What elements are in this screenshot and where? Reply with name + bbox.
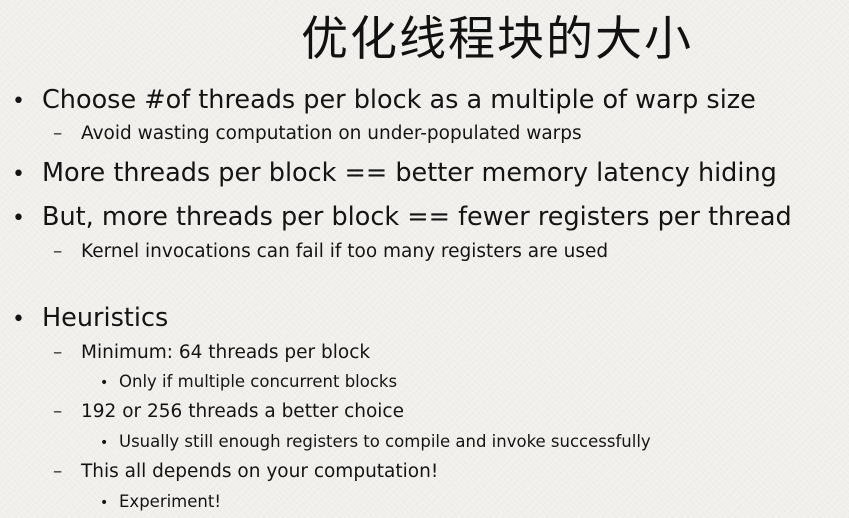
sub-sub-bullet-text: Experiment! (119, 492, 221, 511)
bullet-text: Choose #of threads per block as a multip… (42, 85, 756, 115)
bullet-item: • More threads per block == better memory… (12, 157, 777, 191)
sub-bullet-item: –192 or 256 threads a better choice (53, 400, 404, 424)
sub-bullet-text: 192 or 256 threads a better choice (81, 401, 404, 422)
sub-bullet-item: – Kernel invocations can fail if too many… (53, 240, 608, 264)
sub-sub-bullet-item: • Experiment! (100, 491, 221, 514)
sub-sub-bullet-text: Usually still enough registers to compil… (119, 432, 651, 451)
bullet-marker: • (12, 307, 25, 332)
bullet-marker: • (12, 206, 25, 231)
dot-marker: • (100, 495, 109, 511)
dash-marker: – (53, 241, 63, 262)
dash-marker: – (53, 401, 63, 422)
sub-bullet-item: – Minimum: 64 threads per block (53, 341, 370, 365)
slide-title: 优化线程块的大小 (301, 12, 693, 67)
bullet-text: More threads per block == better memory … (42, 158, 777, 188)
dot-marker: • (100, 375, 109, 391)
sub-sub-bullet-item: • Usually still enough registers to compi… (100, 431, 651, 454)
bullet-item: • Heuristics (12, 302, 168, 336)
dash-marker: – (53, 123, 63, 144)
sub-sub-bullet-text: Only if multiple concurrent blocks (119, 372, 398, 391)
sub-bullet-text: Minimum: 64 threads per block (81, 342, 371, 363)
sub-bullet-text: This all depends on your computation! (81, 461, 439, 482)
sub-bullet-item: – Avoid wasting computation on under-popu… (53, 122, 582, 146)
slide: 优化线程块的大小 • Choose #of threads per block a… (0, 0, 849, 518)
dot-marker: • (100, 435, 109, 451)
bullet-marker: • (12, 89, 25, 114)
bullet-marker: • (12, 162, 25, 187)
dash-marker: – (53, 342, 63, 363)
bullet-item: • Choose #of threads per block as a multi… (12, 84, 756, 118)
bullet-item: • But, more threads per block == fewer re… (12, 201, 792, 235)
sub-sub-bullet-item: • Only if multiple concurrent blocks (100, 371, 397, 394)
sub-bullet-text: Kernel invocations can fail if too many … (81, 241, 609, 262)
sub-bullet-item: – This all depends on your computation! (53, 460, 438, 484)
bullet-text: Heuristics (42, 303, 169, 333)
dash-marker: – (53, 461, 63, 482)
bullet-text: But, more threads per block == fewer reg… (42, 202, 792, 232)
sub-bullet-text: Avoid wasting computation on under-popul… (81, 123, 582, 144)
